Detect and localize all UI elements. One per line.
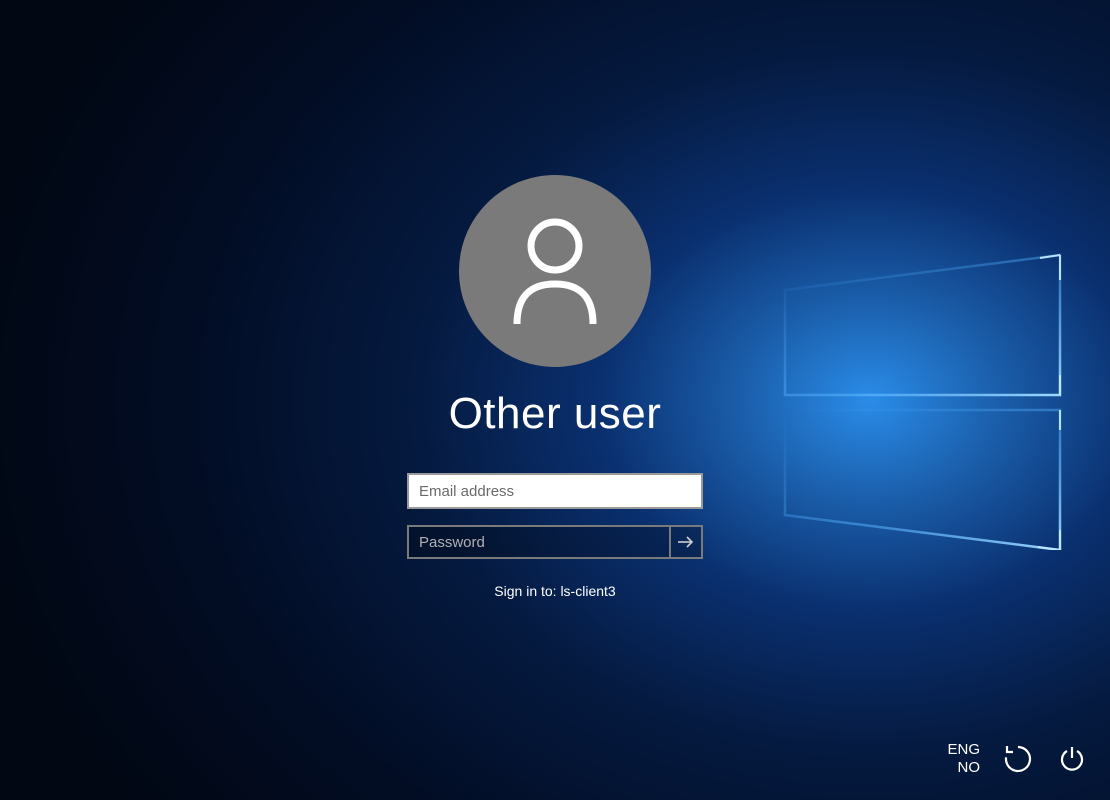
user-avatar [459,175,651,367]
windows-logo-background [770,250,1070,550]
signin-to-label: Sign in to: ls-client3 [494,583,615,599]
language-line-2: NO [947,759,980,778]
power-button[interactable] [1056,743,1088,775]
user-icon [507,216,603,326]
password-row [407,525,703,559]
ease-of-access-icon [1003,744,1033,774]
submit-button[interactable] [669,525,703,559]
password-input[interactable] [407,525,669,559]
power-icon [1058,745,1086,773]
email-input[interactable] [407,473,703,509]
bottom-toolbar: ENG NO [947,741,1088,779]
arrow-right-icon [676,532,696,552]
email-row [407,473,703,509]
login-panel: Other user Sign in to: ls-client3 [407,175,703,599]
user-title: Other user [449,389,662,439]
language-switcher[interactable]: ENG NO [947,741,980,779]
ease-of-access-button[interactable] [1002,743,1034,775]
language-line-1: ENG [947,741,980,760]
